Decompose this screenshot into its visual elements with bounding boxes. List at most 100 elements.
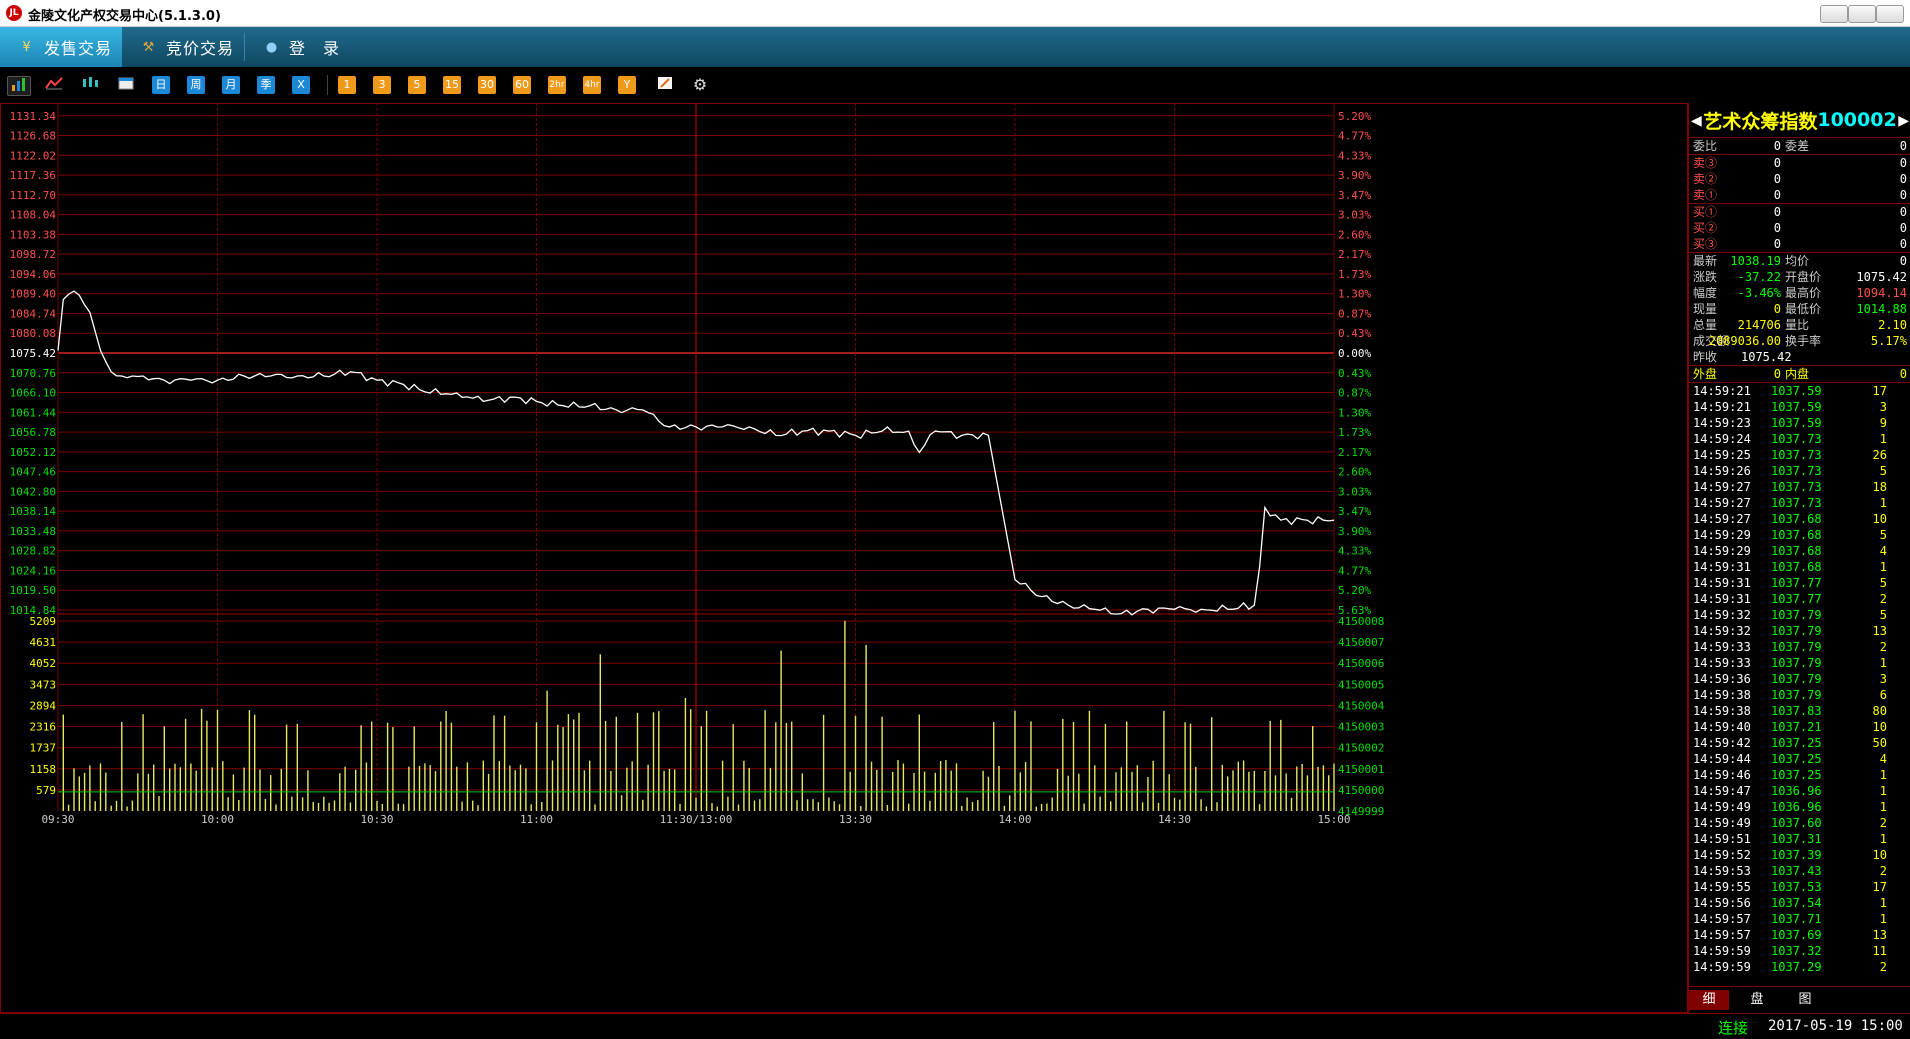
trade-row: 14:59:55 1037.53 17	[1689, 879, 1910, 895]
trade-time: 14:59:44	[1693, 752, 1751, 766]
trade-price: 1037.79	[1771, 640, 1822, 654]
bid-level-price: 0	[1773, 205, 1781, 219]
index-code: 100002	[1817, 109, 1897, 131]
bid-level-label: 买①	[1693, 205, 1718, 219]
trade-volume: 2	[1879, 640, 1887, 654]
trade-row: 14:59:49 1037.60 2	[1689, 815, 1910, 831]
trade-price: 1037.77	[1771, 576, 1822, 590]
trade-row: 14:59:53 1037.43 2	[1689, 863, 1910, 879]
trade-row: 14:59:32 1037.79 5	[1689, 607, 1910, 623]
period-day-button[interactable]: 日	[152, 76, 170, 94]
period-month-button[interactable]: 月	[222, 76, 240, 94]
trade-price: 1037.25	[1771, 768, 1822, 782]
period-quarter-button[interactable]: 季	[257, 76, 275, 94]
trade-row: 14:59:29 1037.68 5	[1689, 527, 1910, 543]
tab-primary-sale[interactable]: ¥ 发售交易	[0, 27, 122, 67]
ask-level-price: 0	[1773, 188, 1781, 202]
percent-tick-label: 3.47%	[1338, 189, 1371, 202]
quote-stats: 最新 1038.19 均价 0 涨跌 -37.22 开盘价 1075.42 幅度 -3.46% 最高…	[1689, 253, 1910, 349]
percent-tick-label: 0.87%	[1338, 307, 1371, 320]
price-tick-label: 1047.46	[10, 466, 56, 479]
trade-price: 1037.54	[1771, 896, 1822, 910]
trade-time: 14:59:21	[1693, 400, 1751, 414]
tab-login[interactable]: ● 登 录	[245, 27, 345, 67]
stat-label: 现量	[1693, 302, 1718, 316]
trade-time: 14:59:29	[1693, 528, 1751, 542]
trade-time: 14:59:57	[1693, 912, 1751, 926]
trade-time: 14:59:33	[1693, 656, 1751, 670]
trade-time: 14:59:57	[1693, 928, 1751, 942]
trade-row: 14:59:38 1037.83 80	[1689, 703, 1910, 719]
trade-price: 1037.83	[1771, 704, 1822, 718]
trade-row: 14:59:57 1037.69 13	[1689, 927, 1910, 943]
trade-price: 1037.68	[1771, 544, 1822, 558]
trade-volume: 9	[1879, 416, 1887, 430]
price-tick-label: 1070.76	[10, 367, 56, 380]
tab-chart[interactable]: 图	[1785, 990, 1825, 1010]
next-symbol-icon[interactable]: ▶	[1897, 110, 1910, 131]
price-tick-label: 1117.36	[10, 169, 56, 182]
trade-ticks-list[interactable]: 14:59:21 1037.59 17 14:59:21 1037.59 3 14:59:2…	[1689, 383, 1910, 975]
trade-time: 14:59:33	[1693, 640, 1751, 654]
period-week-button[interactable]: 周	[187, 76, 205, 94]
trade-time: 14:59:59	[1693, 960, 1751, 974]
minute-60-button[interactable]: 60	[513, 76, 531, 94]
trade-price: 1037.77	[1771, 592, 1822, 606]
trade-price: 1036.96	[1771, 784, 1822, 798]
minute-1-button[interactable]: 1	[338, 76, 356, 94]
bid-level-row: 买① 0 0	[1689, 204, 1910, 220]
trade-price: 1037.73	[1771, 432, 1822, 446]
gear-icon[interactable]: ⚙	[690, 76, 710, 94]
prev-symbol-icon[interactable]: ◀	[1689, 110, 1703, 131]
calendar-icon[interactable]	[116, 76, 136, 94]
candlestick-icon[interactable]	[80, 76, 100, 94]
stat-value: 1038.19	[1730, 254, 1781, 268]
pencil-icon[interactable]	[655, 76, 675, 94]
stat-row: 涨跌 -37.22 开盘价 1075.42	[1689, 269, 1910, 285]
price-tick-label: 1066.10	[10, 387, 56, 400]
minute-30-button[interactable]: 30	[478, 76, 496, 94]
price-tick-label: 1061.44	[10, 406, 57, 419]
close-button[interactable]	[1876, 5, 1904, 23]
minute-5-button[interactable]: 5	[408, 76, 426, 94]
trade-row: 14:59:27 1037.73 18	[1689, 479, 1910, 495]
tab-ticks[interactable]: 细	[1689, 990, 1729, 1010]
time-axis: 09:30 10:00 10:30 11:00 11:30/13:00 13:30 14:0…	[41, 813, 1350, 826]
hour-2-button[interactable]: 2hr	[548, 76, 566, 94]
trade-volume: 1	[1879, 768, 1887, 782]
trade-row: 14:59:31 1037.68 1	[1689, 559, 1910, 575]
hour-4-button[interactable]: 4hr	[583, 76, 601, 94]
price-tick-label: 1056.78	[10, 426, 56, 439]
minimize-button[interactable]	[1820, 5, 1848, 23]
trade-volume: 2	[1879, 864, 1887, 878]
trade-time: 14:59:51	[1693, 832, 1751, 846]
trade-time: 14:59:53	[1693, 864, 1751, 878]
maximize-button[interactable]	[1848, 5, 1876, 23]
trade-price: 1037.71	[1771, 912, 1822, 926]
year-button[interactable]: Y	[618, 76, 636, 94]
period-x-button[interactable]: X	[292, 76, 310, 94]
trade-price: 1037.59	[1771, 416, 1822, 430]
ask-level-price: 0	[1773, 172, 1781, 186]
minute-3-button[interactable]: 3	[373, 76, 391, 94]
tab-auction-trade[interactable]: ⚒ 竞价交易	[122, 27, 242, 67]
volume-tick-label: 579	[36, 784, 56, 797]
intraday-chart: 1136.001131.341126.681122.021117.361112.…	[10, 103, 1385, 826]
price-tick-label: 1131.34	[10, 110, 57, 123]
minute-15-button[interactable]: 15	[443, 76, 461, 94]
bar-chart-icon[interactable]	[7, 76, 31, 96]
trade-volume: 13	[1872, 928, 1887, 942]
price-tick-label: 1042.80	[10, 485, 56, 498]
trade-time: 14:59:31	[1693, 592, 1751, 606]
trade-time: 14:59:55	[1693, 880, 1751, 894]
line-chart-icon[interactable]	[44, 76, 64, 94]
trade-volume: 5	[1879, 528, 1887, 542]
ask-level-label: 卖③	[1693, 156, 1718, 170]
trade-time: 14:59:38	[1693, 688, 1751, 702]
ask-level-price: 0	[1773, 156, 1781, 170]
percent-tick-label: 4.77%	[1338, 564, 1371, 577]
trade-price: 1037.29	[1771, 960, 1822, 974]
chart-toolbar: 日 周 月 季 X 1 3 5 15 30 60 2hr 4hr Y ⚙	[0, 67, 1910, 104]
tab-orderbook[interactable]: 盘	[1737, 990, 1777, 1010]
trade-time: 14:59:25	[1693, 448, 1751, 462]
